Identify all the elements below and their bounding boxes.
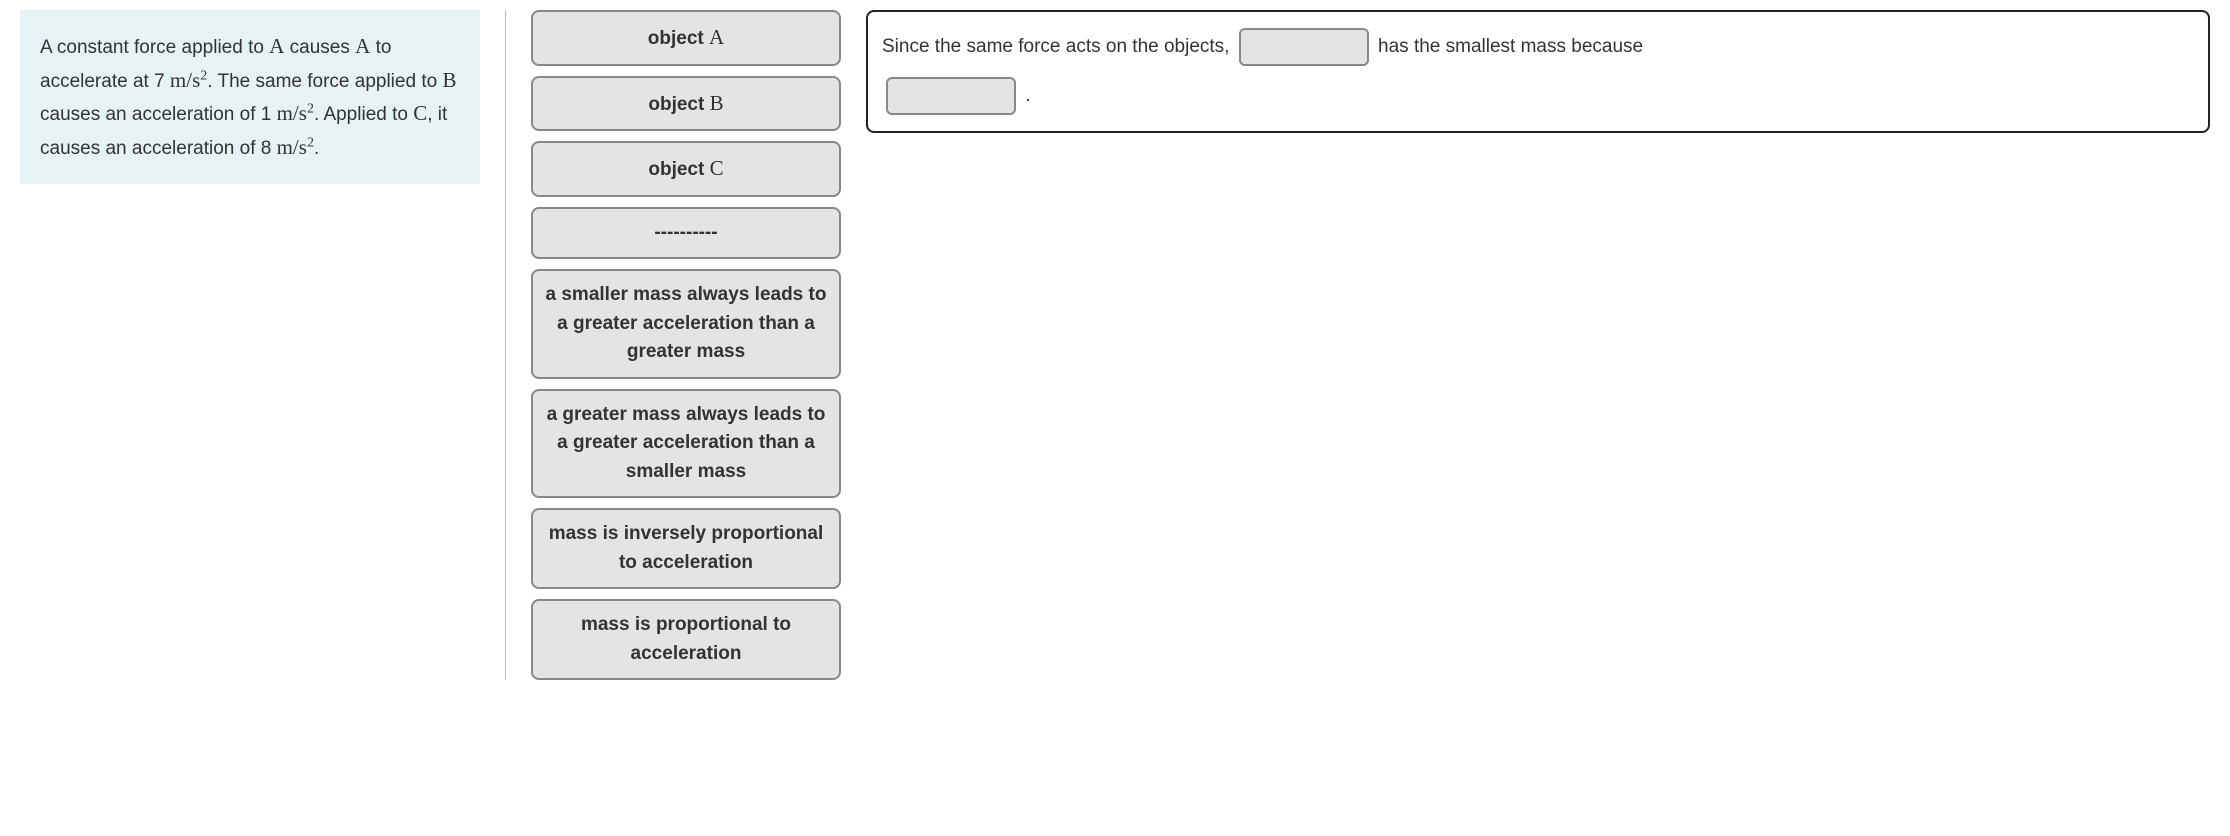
prompt-text: . The same force applied to (207, 71, 442, 92)
sentence-text: . (1020, 85, 1031, 106)
drop-slot-reason[interactable] (886, 77, 1016, 115)
tile-label: object (648, 159, 709, 180)
tile-label: ---------- (654, 222, 717, 243)
prompt-text: A constant force applied to (40, 37, 269, 58)
problem-prompt: A constant force applied to A causes A t… (20, 10, 480, 184)
tile-reason-inverse[interactable]: mass is inversely proportional to accele… (531, 508, 841, 589)
unit: m/s (170, 68, 200, 92)
tile-object-a[interactable]: object A (531, 10, 841, 66)
unit-exponent: 2 (307, 135, 314, 150)
sentence-box: Since the same force acts on the objects… (866, 10, 2210, 133)
tile-label: a greater mass always leads to a greater… (547, 404, 826, 482)
tile-label: mass is proportional to acceleration (581, 614, 791, 664)
unit-exponent: 2 (307, 102, 314, 117)
tile-variable: C (710, 156, 724, 180)
tile-label: object (648, 28, 709, 49)
unit: m/s (277, 135, 307, 159)
prompt-text: . (314, 138, 319, 159)
sentence-text: Since the same force acts on the objects… (882, 36, 1235, 57)
tile-object-b[interactable]: object B (531, 76, 841, 132)
answer-area: Since the same force acts on the objects… (866, 10, 2210, 133)
variable-a: A (355, 34, 370, 58)
variable-c: C (413, 101, 427, 125)
tile-label: mass is inversely proportional to accele… (549, 523, 824, 573)
sentence-text: has the smallest mass because (1373, 36, 1643, 57)
tile-variable: A (709, 25, 724, 49)
prompt-text: causes an acceleration of 1 (40, 104, 277, 125)
prompt-text: causes (284, 37, 355, 58)
draggable-tiles-container: object A object B object C ---------- a … (531, 10, 841, 680)
tile-label: a smaller mass always leads to a greater… (546, 284, 827, 362)
tile-label: object (648, 94, 709, 115)
tile-separator[interactable]: ---------- (531, 207, 841, 260)
tile-reason-greater-mass[interactable]: a greater mass always leads to a greater… (531, 389, 841, 499)
tile-reason-smaller-mass[interactable]: a smaller mass always leads to a greater… (531, 269, 841, 379)
variable-a: A (269, 34, 284, 58)
tile-object-c[interactable]: object C (531, 141, 841, 197)
drop-slot-object[interactable] (1239, 28, 1369, 66)
tile-reason-proportional[interactable]: mass is proportional to acceleration (531, 599, 841, 680)
tile-variable: B (710, 91, 724, 115)
unit: m/s (277, 101, 307, 125)
vertical-divider (505, 10, 506, 680)
prompt-text: . Applied to (314, 104, 413, 125)
variable-b: B (442, 68, 456, 92)
